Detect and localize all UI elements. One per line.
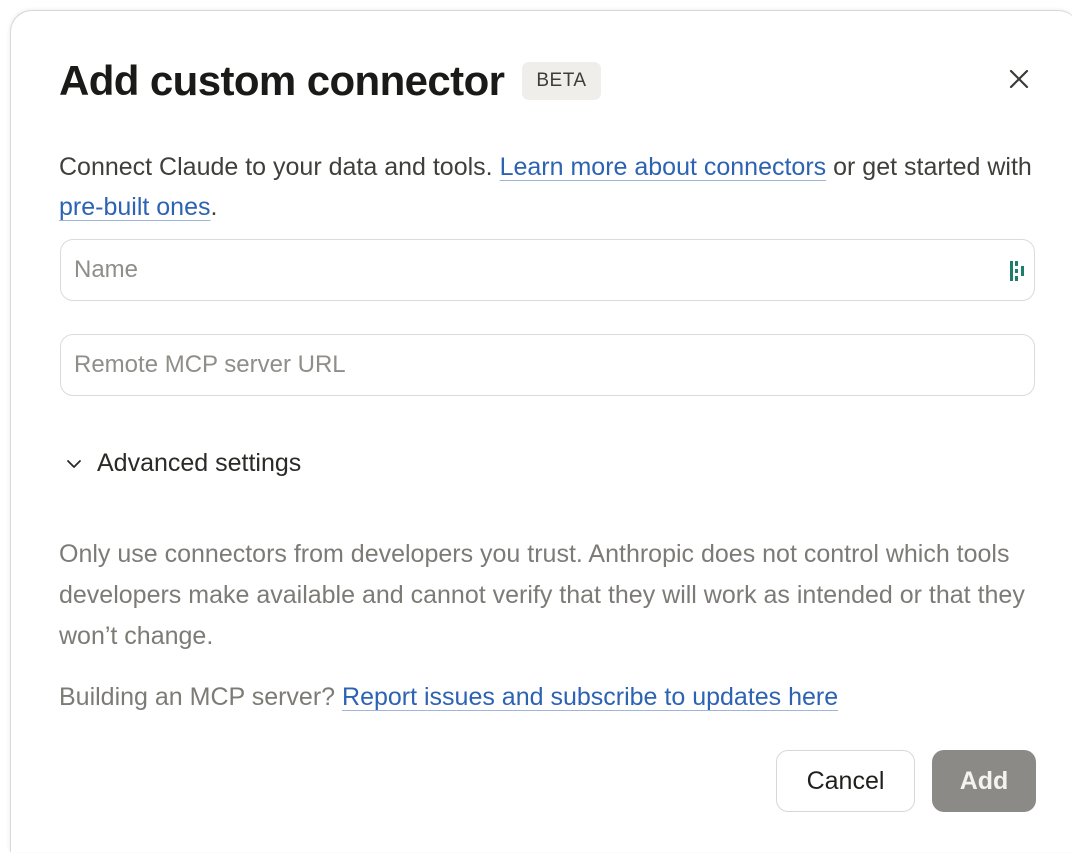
beta-badge: BETA — [522, 62, 601, 100]
add-connector-dialog: Add custom connector BETA Connect Claude… — [10, 10, 1072, 852]
name-field[interactable] — [60, 239, 1035, 301]
dialog-title: Add custom connector — [59, 57, 505, 104]
close-icon[interactable] — [1005, 65, 1033, 93]
intro-text: Connect Claude to your data and tools. L… — [59, 147, 1049, 227]
intro-text-before: Connect Claude to your data and tools. — [59, 153, 500, 181]
add-button[interactable]: Add — [932, 750, 1036, 812]
dialog-header: Add custom connector BETA — [59, 57, 601, 105]
pre-built-link[interactable]: pre-built ones — [59, 193, 210, 221]
password-manager-icon[interactable] — [1008, 258, 1028, 284]
intro-text-after: . — [210, 193, 218, 221]
advanced-settings-label: Advanced settings — [97, 449, 302, 477]
cancel-button[interactable]: Cancel — [776, 750, 915, 812]
name-input[interactable] — [61, 240, 974, 300]
url-input[interactable] — [61, 335, 974, 395]
intro-text-middle: or get started with — [826, 153, 1032, 181]
building-prefix: Building an MCP server? — [59, 683, 343, 711]
learn-more-link[interactable]: Learn more about connectors — [500, 153, 827, 181]
advanced-settings-toggle[interactable]: Advanced settings — [65, 449, 301, 478]
chevron-down-icon — [67, 459, 81, 468]
report-issues-link[interactable]: Report issues and subscribe to updates h… — [342, 683, 838, 711]
trust-warning-text: Only use connectors from developers you … — [59, 540, 1025, 650]
building-mcp-text: Building an MCP server? Report issues an… — [59, 677, 838, 717]
url-field[interactable] — [60, 334, 1035, 396]
